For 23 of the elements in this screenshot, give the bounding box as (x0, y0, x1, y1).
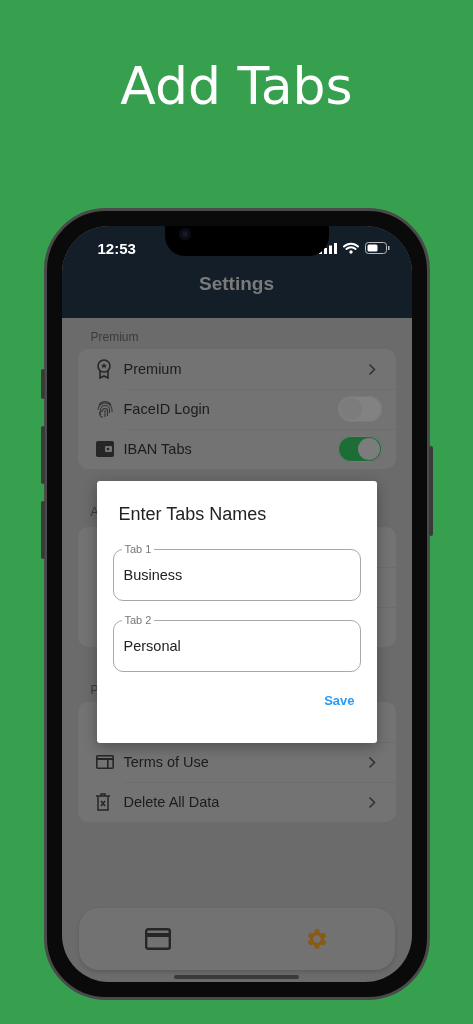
dialog-title: Enter Tabs Names (117, 503, 268, 525)
setting-label: Premium (123, 361, 182, 377)
setting-label: IBAN Tabs (123, 441, 192, 457)
signal-icon (318, 242, 337, 254)
chevron-icon[interactable] (367, 755, 376, 769)
card-icon[interactable] (144, 928, 171, 950)
screen-title: Settings (198, 274, 275, 293)
chevron-icon[interactable] (367, 362, 376, 376)
layout-icon (95, 755, 114, 769)
wifi-icon (342, 242, 359, 254)
award-icon (95, 359, 112, 379)
status-time: 12:53 (97, 239, 136, 257)
fingerprint-icon (95, 399, 114, 419)
promo-title: Add Tabs (120, 55, 353, 118)
camera-icon (178, 228, 191, 240)
setting-label: FaceID Login (123, 401, 210, 417)
setting-label: Delete All Data (123, 794, 220, 810)
setting-label: Terms of Use (123, 754, 209, 770)
trash-icon (95, 793, 110, 811)
battery-icon (364, 242, 390, 254)
toggle-switch[interactable] (337, 436, 382, 462)
wallet-icon (95, 441, 114, 457)
chevron-icon[interactable] (367, 795, 376, 809)
